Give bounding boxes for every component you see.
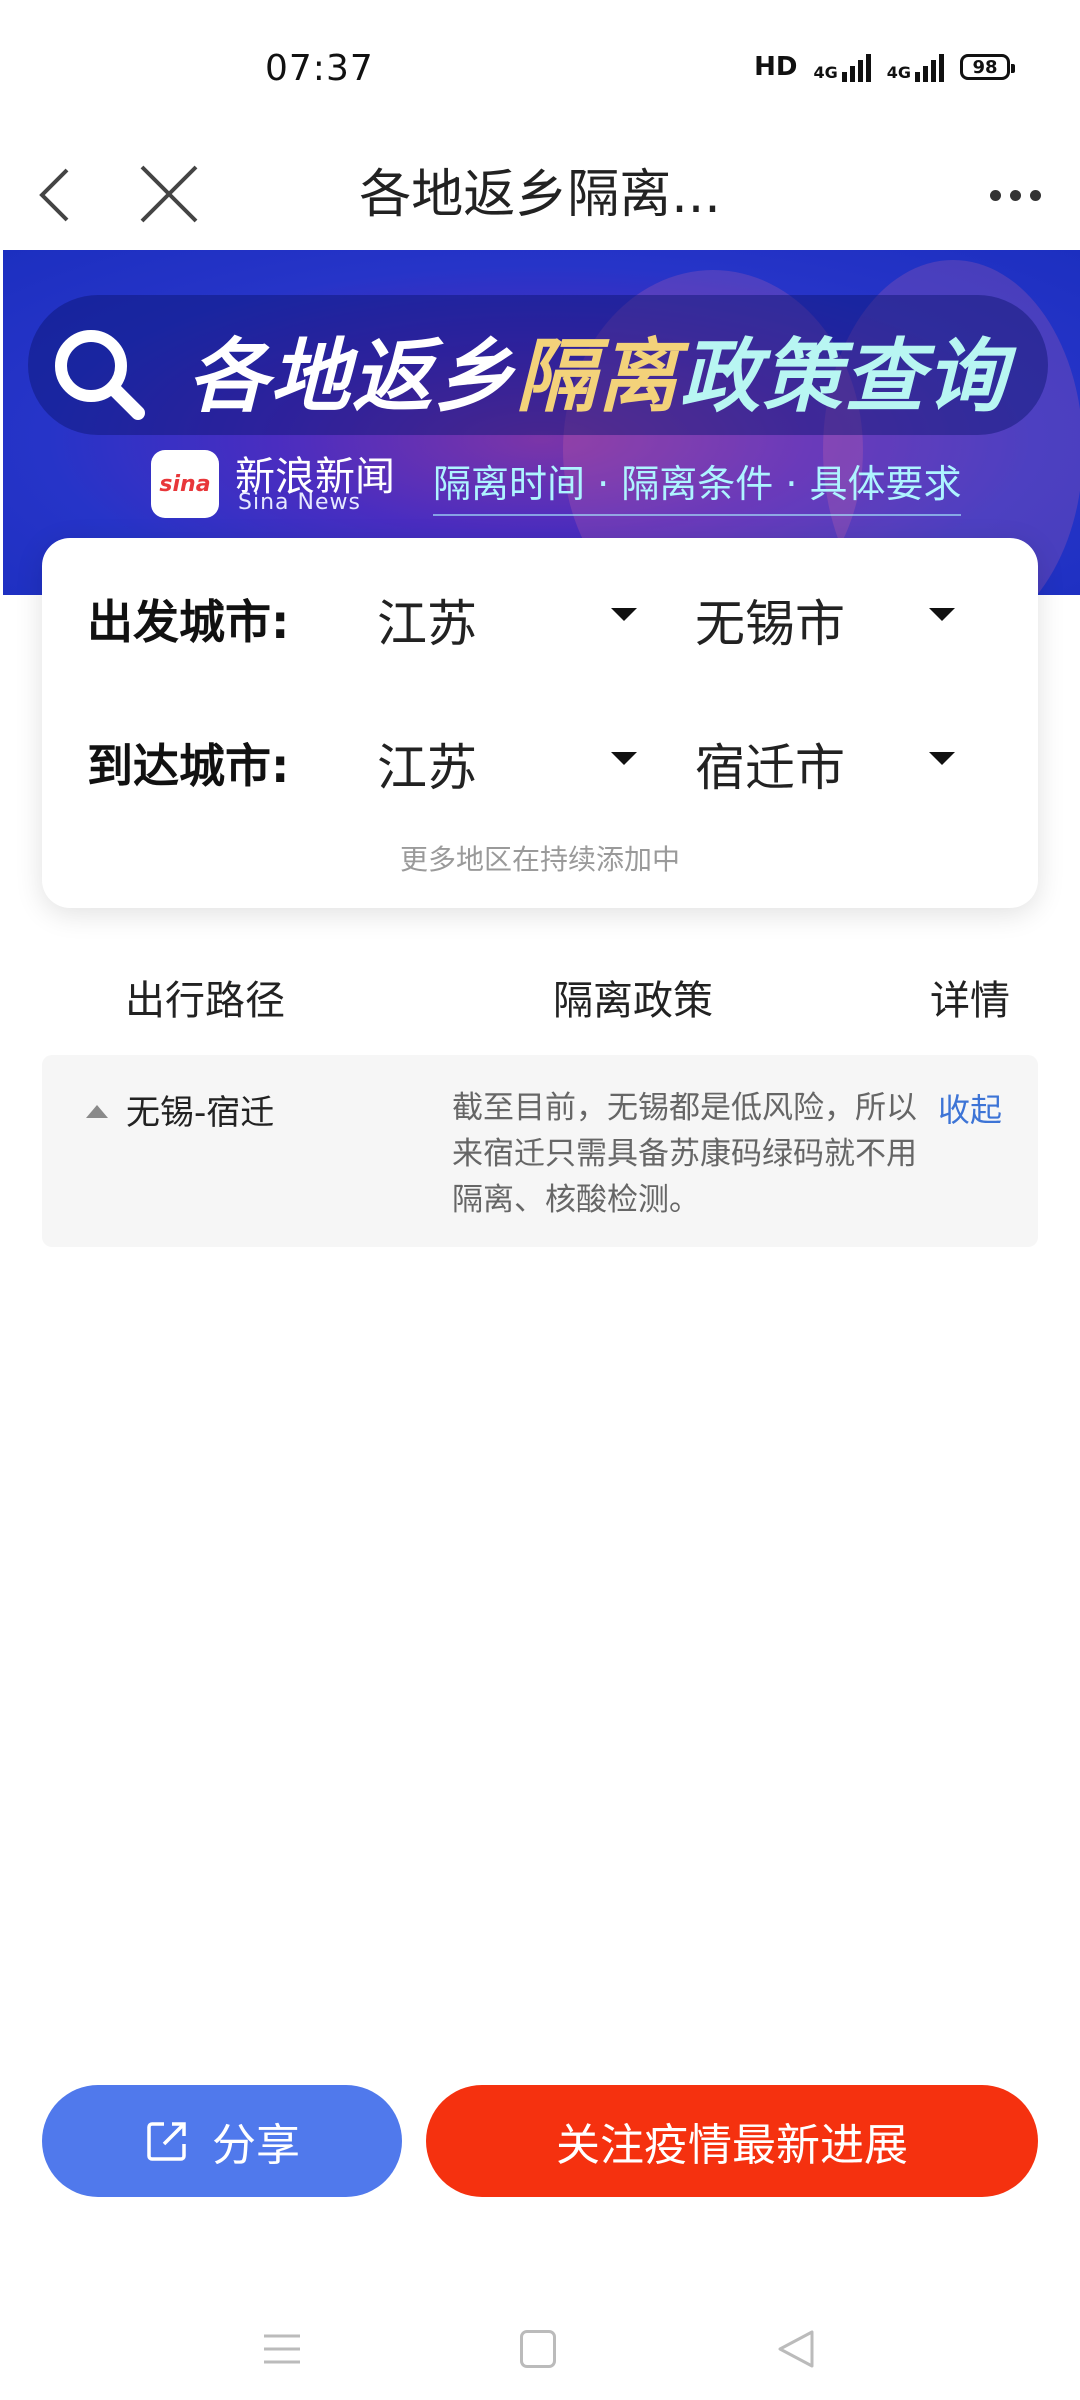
search-icon [55,330,145,420]
dropdown-arrow-icon [611,752,637,765]
home-icon[interactable] [520,2330,556,2368]
header-policy: 隔离政策 [553,978,713,1024]
follow-epidemic-button[interactable]: 关注疫情最新进展 [426,2085,1038,2197]
navigation-bar: 各地返乡隔离... [0,140,1080,250]
departure-row: 出发城市: 江苏 无锡市 [42,568,1038,658]
policy-text: 截至目前，无锡都是低风险，所以来宿迁只需具备苏康码绿码就不用隔离、核酸检测。 [452,1090,917,1218]
close-icon [140,165,198,223]
battery-icon: 98 [960,54,1015,80]
more-regions-hint: 更多地区在持续添加中 [399,843,680,876]
arrival-city-select[interactable]: 宿迁市 [695,722,965,797]
menu-icon[interactable] [262,2332,302,2366]
route-text: 无锡-宿迁 [126,1093,275,1133]
hd-indicator: HD [754,52,798,82]
status-bar: 07:37 HD 4G 4G 98 [0,0,1080,140]
table-row: 无锡-宿迁 截至目前，无锡都是低风险，所以来宿迁只需具备苏康码绿码就不用隔离、核… [42,1055,1038,1247]
status-icons: HD 4G 4G 98 [754,52,1015,82]
close-button[interactable] [130,150,210,240]
arrival-province-select[interactable]: 江苏 [377,722,647,797]
share-icon [147,2122,186,2161]
follow-label: 关注疫情最新进展 [556,2120,908,2171]
share-button[interactable]: 分享 [42,2085,402,2197]
banner-title: 各地返乡隔离政策查询 [188,330,1008,423]
back-icon [39,168,69,222]
back-button[interactable] [25,150,95,240]
departure-label: 出发城市: [87,595,290,649]
dropdown-arrow-icon [929,752,955,765]
signal-icon-1: 4G [813,52,871,82]
more-button[interactable] [975,150,1055,240]
arrival-row: 到达城市: 江苏 宿迁市 [42,712,1038,802]
table-header: 出行路径 隔离政策 详情 [0,960,1080,1030]
dropdown-arrow-icon [611,608,637,621]
departure-city-select[interactable]: 无锡市 [695,578,965,653]
arrival-label: 到达城市: [87,739,290,793]
system-back-icon[interactable] [776,2328,816,2370]
dropdown-arrow-icon [929,608,955,621]
status-time: 07:37 [265,48,374,89]
share-label: 分享 [212,2120,300,2171]
system-navigation-bar [0,2300,1080,2400]
more-icon [989,189,1001,201]
sina-english-name: Sina News [238,490,361,515]
header-route: 出行路径 [125,978,285,1024]
header-details: 详情 [930,978,1010,1024]
expand-arrow-icon[interactable] [86,1105,108,1118]
page-title: 各地返乡隔离... [359,165,721,225]
departure-province-select[interactable]: 江苏 [377,578,647,653]
city-selector-card: 出发城市: 江苏 无锡市 到达城市: 江苏 宿迁市 更多地区在持续添加中 [42,538,1038,908]
collapse-link[interactable]: 收起 [938,1085,1002,1131]
signal-icon-2: 4G [887,52,944,82]
banner-subtitle: 隔离时间 · 隔离条件 · 具体要求 [433,453,962,516]
sina-logo: sina [151,450,219,518]
